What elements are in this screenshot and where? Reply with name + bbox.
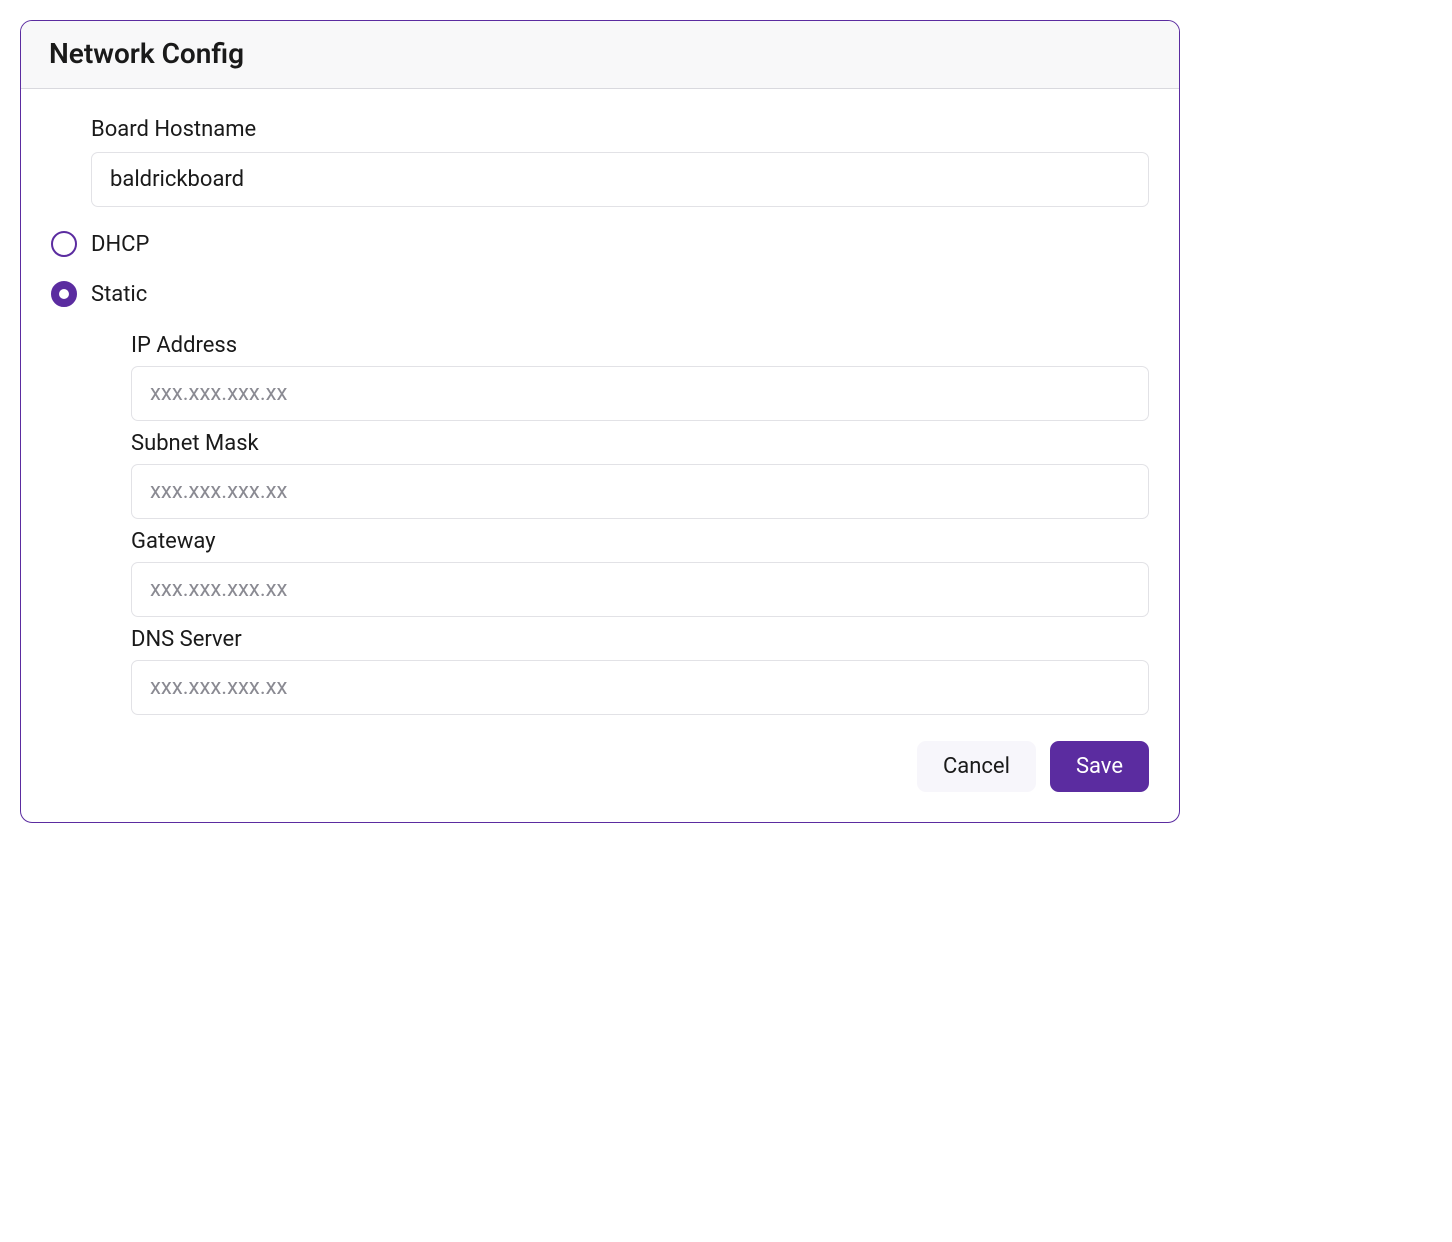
subnet-label: Subnet Mask (131, 431, 1149, 456)
panel-body: Board Hostname DHCP Static IP Address Su… (21, 89, 1179, 822)
radio-checked-icon (51, 281, 77, 307)
hostname-label: Board Hostname (91, 117, 1149, 142)
cancel-button[interactable]: Cancel (917, 741, 1036, 792)
ip-input[interactable] (131, 366, 1149, 421)
static-radio-label: Static (91, 282, 147, 307)
subnet-field: Subnet Mask (131, 431, 1149, 519)
panel-header: Network Config (21, 21, 1179, 89)
dns-field: DNS Server (131, 627, 1149, 715)
radio-unchecked-icon (51, 231, 77, 257)
save-button[interactable]: Save (1050, 741, 1149, 792)
gateway-label: Gateway (131, 529, 1149, 554)
ip-field: IP Address (131, 333, 1149, 421)
gateway-field: Gateway (131, 529, 1149, 617)
subnet-input[interactable] (131, 464, 1149, 519)
gateway-input[interactable] (131, 562, 1149, 617)
ip-label: IP Address (131, 333, 1149, 358)
button-row: Cancel Save (51, 741, 1149, 792)
dhcp-radio-row[interactable]: DHCP (51, 231, 1149, 257)
panel-title: Network Config (49, 37, 1151, 70)
static-radio-row[interactable]: Static (51, 281, 1149, 307)
static-fields-group: IP Address Subnet Mask Gateway DNS Serve… (51, 333, 1149, 715)
hostname-input[interactable] (91, 152, 1149, 207)
dns-input[interactable] (131, 660, 1149, 715)
dhcp-radio-label: DHCP (91, 232, 149, 257)
hostname-field-group: Board Hostname (51, 117, 1149, 207)
dns-label: DNS Server (131, 627, 1149, 652)
network-config-panel: Network Config Board Hostname DHCP Stati… (20, 20, 1180, 823)
